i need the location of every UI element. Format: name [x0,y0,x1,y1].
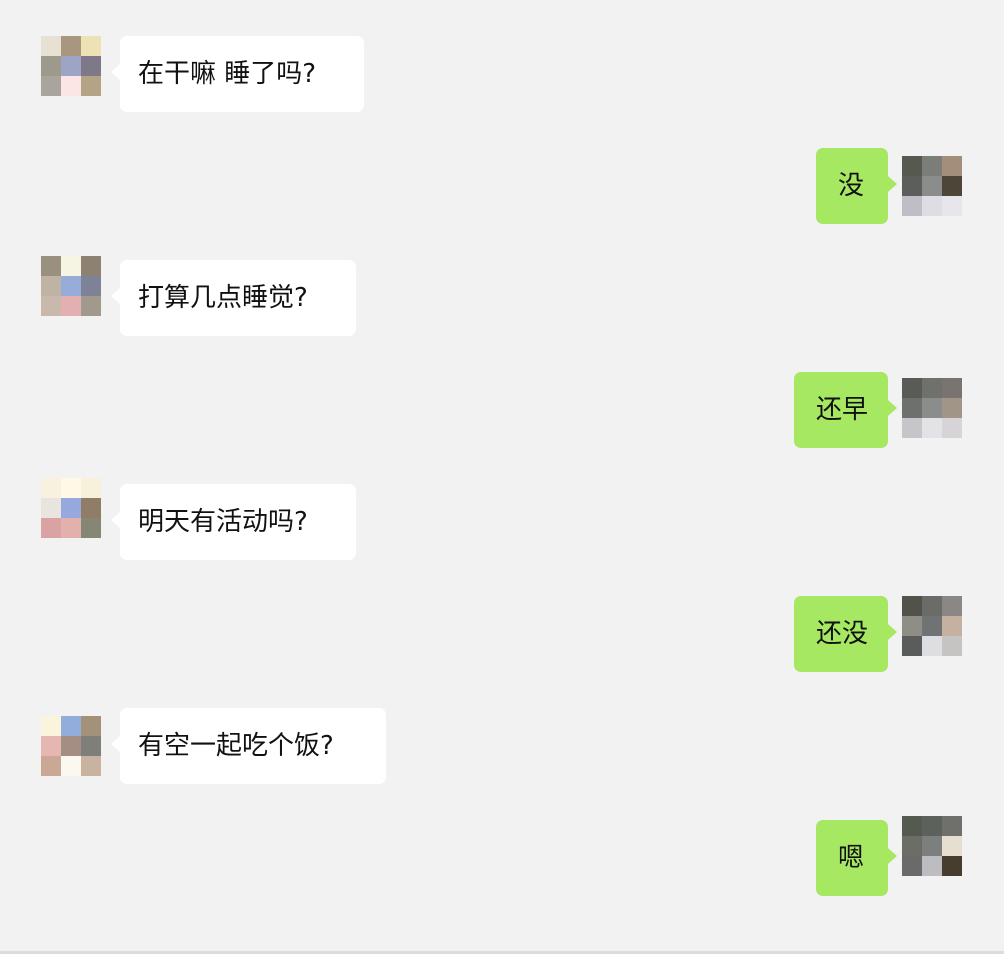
message-bubble[interactable]: 打算几点睡觉? [111,260,356,336]
message-bubble[interactable]: 明天有活动吗? [111,484,356,560]
chat-conversation: 在干嘛 睡了吗? 没 打算几点睡觉? 还早 明天有活动吗? 还没 有空一起吃个饭… [0,0,1004,952]
bubble-tail [111,288,120,304]
message-text: 没 [838,171,865,201]
contact-avatar[interactable] [41,478,101,538]
message-text: 打算几点睡觉? [138,283,308,313]
bubble-tail [111,512,120,528]
message-bubble[interactable]: 有空一起吃个饭? [111,708,386,784]
message-bubble[interactable]: 还没 [794,596,897,672]
message-bubble[interactable]: 没 [816,148,897,224]
message-text: 嗯 [838,843,865,873]
message-text: 在干嘛 睡了吗? [138,59,317,89]
bubble-tail [888,624,897,640]
contact-avatar[interactable] [41,256,101,316]
message-incoming: 明天有活动吗? [0,478,1004,560]
message-outgoing: 还早 [0,372,1004,448]
bubble-tail [111,736,120,752]
message-incoming: 在干嘛 睡了吗? [0,36,1004,112]
message-text: 有空一起吃个饭? [138,731,334,761]
message-incoming: 有空一起吃个饭? [0,708,1004,784]
bubble-tail [888,176,897,192]
message-incoming: 打算几点睡觉? [0,256,1004,336]
bubble-tail [888,848,897,864]
message-text: 还早 [816,395,869,425]
bubble-tail [111,64,120,80]
message-bubble[interactable]: 在干嘛 睡了吗? [111,36,364,112]
own-avatar[interactable] [902,596,962,656]
contact-avatar[interactable] [41,36,101,96]
message-text: 还没 [816,619,869,649]
message-outgoing: 还没 [0,596,1004,672]
message-text: 明天有活动吗? [138,507,308,537]
message-outgoing: 嗯 [0,816,1004,896]
own-avatar[interactable] [902,156,962,216]
own-avatar[interactable] [902,816,962,876]
message-bubble[interactable]: 还早 [794,372,897,448]
bubble-tail [888,400,897,416]
message-outgoing: 没 [0,148,1004,224]
message-bubble[interactable]: 嗯 [816,820,897,896]
own-avatar[interactable] [902,378,962,438]
contact-avatar[interactable] [41,716,101,776]
